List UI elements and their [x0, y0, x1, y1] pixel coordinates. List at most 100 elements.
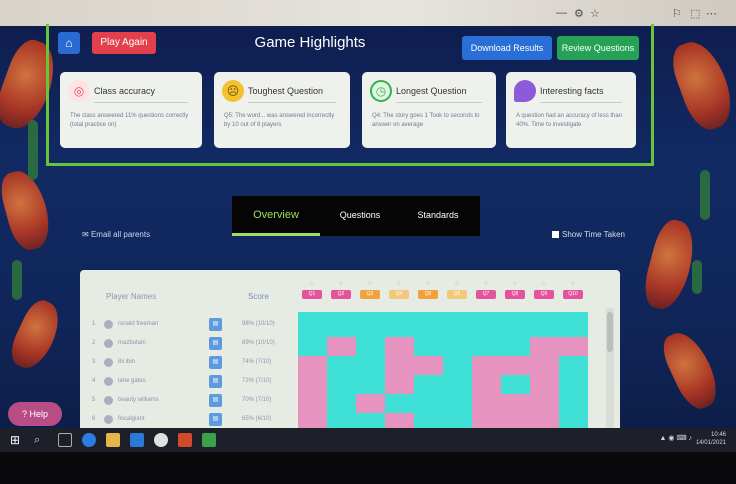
incorrect-answer-cell[interactable] [414, 356, 443, 375]
help-button[interactable]: ? Help [8, 402, 62, 426]
collections-icon[interactable]: ⚐ [672, 7, 682, 20]
divider [540, 102, 622, 103]
media-app-icon[interactable] [178, 433, 192, 447]
question-badge: Q1 [302, 290, 322, 299]
task-view-icon[interactable] [58, 433, 72, 447]
menu-dots-icon[interactable]: ⋯ [706, 7, 717, 20]
card-class-accuracy[interactable]: ◎ Class accuracy The class answered 11% … [60, 72, 202, 148]
incorrect-answer-cell[interactable] [327, 337, 356, 356]
question-header[interactable]: ◌ Q9 [534, 280, 554, 299]
card-interesting-facts[interactable]: Interesting facts A question had an accu… [506, 72, 636, 148]
mail-icon: ✉ [82, 230, 91, 239]
player-report-icon[interactable]: ▤ [209, 318, 222, 331]
table-row[interactable]: 3 ibi ibin ▤ 74% (7/10) [92, 356, 292, 372]
review-questions-button[interactable]: Review Questions [557, 36, 639, 60]
table-row[interactable]: 1 ronald freeman ▤ 98% (10/10) [92, 318, 292, 334]
checkbox-icon [552, 231, 559, 238]
edge-browser-icon[interactable] [82, 433, 96, 447]
incorrect-answer-cell[interactable] [472, 394, 501, 413]
incorrect-answer-cell[interactable] [472, 356, 501, 375]
file-explorer-icon[interactable] [106, 433, 120, 447]
question-badge: Q4 [389, 290, 409, 299]
email-parents-link[interactable]: ✉ Email all parents [82, 230, 150, 239]
question-header[interactable]: ◌ Q5 [418, 280, 438, 299]
minimize-icon[interactable]: — [556, 7, 567, 19]
incorrect-answer-cell[interactable] [385, 375, 414, 394]
show-time-taken-toggle[interactable]: Show Time Taken [552, 230, 625, 239]
player-report-icon[interactable]: ▤ [209, 375, 222, 388]
incorrect-answer-cell[interactable] [530, 375, 559, 394]
question-header[interactable]: ◌ Q7 [476, 280, 496, 299]
table-row[interactable]: 5 beauty williams ▤ 70% (7/10) [92, 394, 292, 410]
incorrect-answer-cell[interactable] [385, 337, 414, 356]
show-time-label: Show Time Taken [562, 230, 625, 239]
incorrect-answer-cell[interactable] [385, 356, 414, 375]
table-row[interactable]: 4 lane gates ▤ 72% (7/10) [92, 375, 292, 391]
tab-standards[interactable]: Standards [398, 196, 478, 236]
player-report-icon[interactable]: ▤ [209, 356, 222, 369]
question-header[interactable]: ◌ Q4 [389, 280, 409, 299]
player-name: lane gates [118, 378, 146, 384]
tab-questions[interactable]: Questions [324, 196, 396, 236]
card-text: Q5: The word... was answered incorrectly… [224, 113, 335, 128]
question-badge: Q7 [476, 290, 496, 299]
chrome-icon[interactable] [154, 433, 168, 447]
incorrect-answer-cell[interactable] [298, 375, 327, 394]
play-again-button[interactable]: Play Again [92, 32, 156, 54]
system-tray[interactable]: ▲ ◉ ⌨ ♪ [660, 434, 692, 442]
search-icon[interactable]: ⌕ [34, 433, 48, 447]
incorrect-answer-cell[interactable] [559, 337, 588, 356]
player-score: 89% (10/10) [242, 340, 275, 346]
player-report-icon[interactable]: ▤ [209, 394, 222, 407]
avatar [104, 415, 113, 424]
monitor-bezel [0, 452, 736, 484]
clock[interactable]: 10:46 14/01/2021 [696, 431, 726, 447]
help-label: Help [29, 409, 49, 419]
koi-fish-decoration [656, 325, 726, 415]
download-results-button[interactable]: Download Results [462, 36, 552, 60]
question-header[interactable]: ◌ Q2 [331, 280, 351, 299]
extension-icon[interactable]: ⚙ [574, 7, 584, 20]
incorrect-answer-cell[interactable] [356, 394, 385, 413]
incorrect-answer-cell[interactable] [472, 375, 501, 394]
avatar [104, 339, 113, 348]
profile-icon[interactable]: ⬚ [690, 7, 700, 20]
card-longest-question[interactable]: ◷ Longest Question Q4: The story goes 1 … [362, 72, 496, 148]
mail-app-icon[interactable] [130, 433, 144, 447]
question-header[interactable]: ◌ Q8 [505, 280, 525, 299]
incorrect-answer-cell[interactable] [501, 356, 530, 375]
question-header[interactable]: ◌ Q10 [563, 280, 583, 299]
seaweed-decoration [700, 170, 710, 220]
player-score: 70% (7/10) [242, 397, 272, 403]
page-title: Game Highlights [254, 34, 366, 51]
table-row[interactable]: 2 mazbutani ▤ 89% (10/10) [92, 337, 292, 353]
incorrect-answer-cell[interactable] [530, 356, 559, 375]
star-icon[interactable]: ☆ [590, 7, 600, 20]
question-badge: Q6 [447, 290, 467, 299]
question-header[interactable]: ◌ Q1 [302, 280, 322, 299]
home-button[interactable]: ⌂ [58, 32, 80, 54]
player-report-icon[interactable]: ▤ [209, 413, 222, 426]
player-rank: 2 [92, 340, 96, 346]
player-name: fiscalgiant [118, 416, 145, 422]
player-report-icon[interactable]: ▤ [209, 337, 222, 350]
incorrect-answer-cell[interactable] [530, 394, 559, 413]
question-icon: ◌ [310, 281, 314, 287]
player-rank: 5 [92, 397, 96, 403]
app-icon[interactable] [202, 433, 216, 447]
question-header[interactable]: ◌ Q6 [447, 280, 467, 299]
incorrect-answer-cell[interactable] [501, 394, 530, 413]
incorrect-answer-cell[interactable] [298, 356, 327, 375]
question-icon: ◌ [339, 281, 343, 287]
incorrect-answer-cell[interactable] [298, 394, 327, 413]
windows-start-icon[interactable]: ⊞ [10, 433, 24, 447]
incorrect-answer-cell[interactable] [530, 337, 559, 356]
player-name: ibi ibin [118, 359, 136, 365]
card-toughest-question[interactable]: ☹ Toughest Question Q5: The word... was … [214, 72, 350, 148]
tab-overview[interactable]: Overview [232, 196, 320, 236]
table-row[interactable]: 6 fiscalgiant ▤ 65% (6/10) [92, 413, 292, 429]
question-badge: Q10 [563, 290, 583, 299]
question-header[interactable]: ◌ Q3 [360, 280, 380, 299]
player-name: beauty williams [118, 397, 159, 403]
scrollbar-thumb[interactable] [607, 312, 613, 352]
